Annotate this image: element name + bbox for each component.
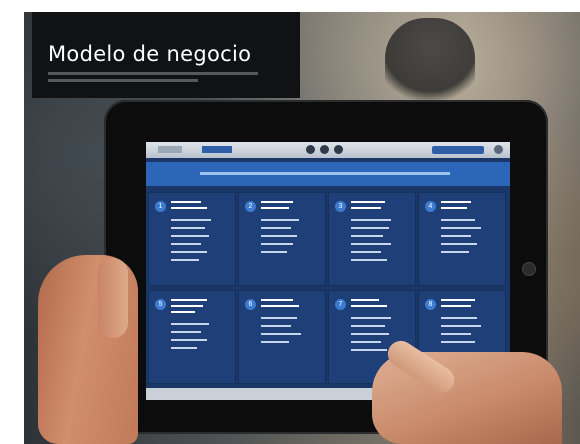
- left-thumb: [98, 258, 128, 338]
- cell-number: 7: [335, 299, 346, 310]
- cell-number: 3: [335, 201, 346, 212]
- cell-number: 2: [245, 201, 256, 212]
- background-person: [385, 18, 475, 108]
- app-sublogo: [202, 146, 232, 153]
- grid-cell[interactable]: 2: [238, 192, 326, 286]
- photo-scene: Modelo de negocio 1 2 3 4 5 6 7 8: [0, 0, 580, 444]
- cell-number: 6: [245, 299, 256, 310]
- grid-cell[interactable]: 3: [328, 192, 416, 286]
- slide-subtitle-blurred: [48, 72, 268, 86]
- left-border: [0, 0, 24, 444]
- nav-dot[interactable]: [320, 145, 329, 154]
- nav-dot[interactable]: [306, 145, 315, 154]
- cell-number: 4: [425, 201, 436, 212]
- cell-number: 8: [425, 299, 436, 310]
- section-header-text-blurred: [200, 172, 450, 175]
- top-action-button[interactable]: [432, 146, 484, 154]
- grid-cell[interactable]: 5: [148, 290, 236, 384]
- slide-title: Modelo de negocio: [48, 42, 252, 66]
- grid-cell[interactable]: 6: [238, 290, 326, 384]
- cell-number: 5: [155, 299, 166, 310]
- grid-cell[interactable]: 4: [418, 192, 506, 286]
- app-top-bar: [146, 142, 510, 158]
- app-logo: [158, 146, 182, 153]
- nav-dot[interactable]: [334, 145, 343, 154]
- top-border: [0, 0, 580, 12]
- close-icon[interactable]: [494, 145, 503, 154]
- camera-icon: [522, 262, 536, 276]
- grid-cell[interactable]: 1: [148, 192, 236, 286]
- cell-number: 1: [155, 201, 166, 212]
